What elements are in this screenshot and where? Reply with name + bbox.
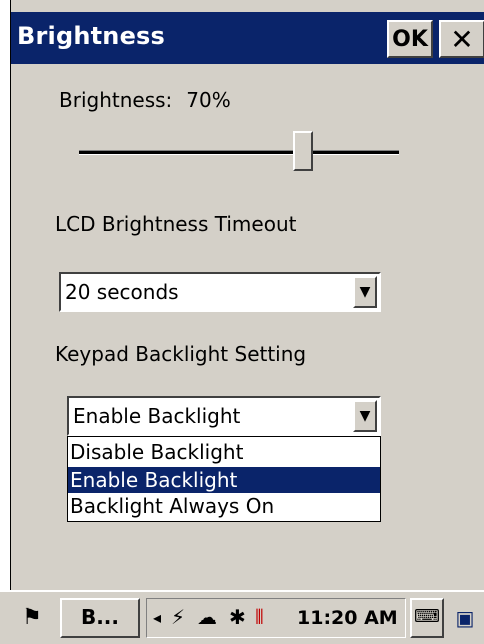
keypad-backlight-label: Keypad Backlight Setting <box>55 342 307 366</box>
brightness-slider-thumb[interactable] <box>293 131 313 171</box>
option-backlight-always-on[interactable]: Backlight Always On <box>68 493 380 519</box>
keypad-backlight-dropdown-list: Disable Backlight Enable Backlight Backl… <box>67 436 381 522</box>
ok-button[interactable]: OK <box>387 20 433 58</box>
dropdown-arrow-icon[interactable]: ▼ <box>353 276 377 308</box>
brightness-window: Brightness OK ✕ Brightness: 70% LCD Brigh… <box>10 0 484 590</box>
title-bar: Brightness OK ✕ <box>11 12 484 64</box>
keypad-backlight-select[interactable]: Enable Backlight ▼ <box>67 396 381 436</box>
option-disable-backlight[interactable]: Disable Backlight <box>68 439 380 465</box>
windows-flag-icon[interactable]: ⚑ <box>14 602 50 634</box>
power-plug-icon[interactable]: ⚡ <box>171 605 185 629</box>
lcd-timeout-select[interactable]: 20 seconds ▼ <box>59 272 381 312</box>
signal-icon[interactable]: ⦀ <box>255 605 264 629</box>
system-tray: ◂ ⚡ ☁ ✱ ⦀ 11:20 AM <box>146 598 406 638</box>
desktop-switch-icon[interactable]: ▣ <box>448 598 482 638</box>
brightness-slider-track[interactable] <box>79 150 399 155</box>
taskbar: ⚑ B... ◂ ⚡ ☁ ✱ ⦀ 11:20 AM ⌨ ▣ <box>0 590 484 644</box>
bluetooth-icon[interactable]: ✱ <box>229 605 246 629</box>
window-title: Brightness <box>17 22 166 50</box>
network-icon[interactable]: ☁ <box>197 605 217 629</box>
brightness-label-group: Brightness: 70% <box>59 88 231 112</box>
tray-arrow-icon[interactable]: ◂ <box>153 608 161 627</box>
keypad-backlight-value: Enable Backlight <box>73 404 241 428</box>
lcd-timeout-value: 20 seconds <box>65 280 179 304</box>
clock[interactable]: 11:20 AM <box>297 607 398 629</box>
lcd-timeout-label: LCD Brightness Timeout <box>55 212 297 236</box>
brightness-value: 70% <box>186 88 231 112</box>
keyboard-icon[interactable]: ⌨ <box>410 598 444 638</box>
option-enable-backlight[interactable]: Enable Backlight <box>68 467 380 493</box>
brightness-label: Brightness: <box>59 88 173 112</box>
dropdown-arrow-icon[interactable]: ▼ <box>353 400 377 432</box>
taskbar-app-button[interactable]: B... <box>60 598 140 638</box>
close-button[interactable]: ✕ <box>439 20 484 58</box>
